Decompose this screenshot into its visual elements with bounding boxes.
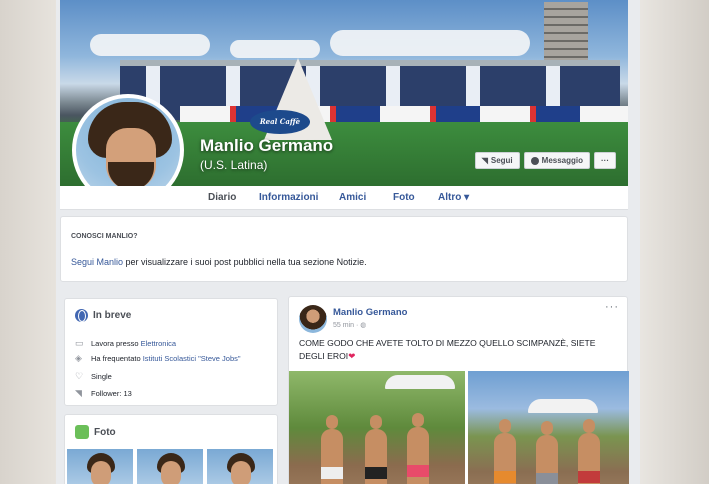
person bbox=[536, 421, 558, 484]
post-author[interactable]: Manlio Germano bbox=[333, 307, 407, 318]
person-head bbox=[541, 421, 553, 435]
intro-education: ◈ Ha frequentato Istituti Scolastici "St… bbox=[75, 353, 241, 364]
messenger-icon bbox=[530, 156, 539, 165]
follow-label: Segui bbox=[490, 156, 513, 165]
photo-thumbnail[interactable] bbox=[137, 449, 203, 484]
person-head bbox=[583, 419, 595, 433]
tab-foto[interactable]: Foto bbox=[393, 192, 415, 203]
photo-thumbnail[interactable] bbox=[67, 449, 133, 484]
study-prefix: Ha frequentato bbox=[91, 354, 143, 363]
message-button[interactable]: Messaggio bbox=[523, 152, 590, 169]
follow-button[interactable]: ◥ Segui bbox=[474, 152, 520, 169]
intro-card: In breve ▭ Lavora presso Elettronica ◈ H… bbox=[64, 298, 278, 406]
person bbox=[494, 419, 516, 484]
photos-card: Foto bbox=[64, 414, 278, 484]
intro-title: In breve bbox=[93, 310, 132, 321]
person-shorts bbox=[321, 467, 343, 479]
photo-icon bbox=[75, 425, 89, 439]
post-image[interactable] bbox=[289, 371, 465, 484]
intro-header: In breve bbox=[75, 309, 131, 322]
more-options-button[interactable]: ··· bbox=[594, 152, 616, 169]
photo-thumbnail[interactable] bbox=[207, 449, 273, 484]
person bbox=[578, 419, 600, 484]
profile-name[interactable]: Manlio Germano bbox=[200, 136, 333, 156]
profile-subtitle: (U.S. Latina) bbox=[200, 158, 268, 172]
post-options-button[interactable]: ··· bbox=[605, 301, 619, 313]
red-heart-icon: ❤ bbox=[348, 351, 356, 361]
globe-icon: ◍ bbox=[360, 322, 367, 329]
followers-count[interactable]: Follower: 13 bbox=[91, 389, 132, 398]
heart-outline-icon: ♡ bbox=[75, 371, 84, 381]
post-text: COME GODO CHE AVETE TOLTO DI MEZZO QUELL… bbox=[299, 337, 619, 363]
cloud bbox=[90, 34, 210, 56]
advertising-boards bbox=[180, 106, 628, 122]
tab-diario[interactable]: Diario bbox=[208, 192, 236, 203]
more-options-label: ··· bbox=[601, 156, 609, 165]
gazebo bbox=[385, 375, 455, 389]
rss-icon: ◥ bbox=[481, 156, 488, 165]
relationship-status: Single bbox=[91, 372, 112, 381]
person bbox=[365, 415, 387, 484]
post-image[interactable] bbox=[468, 371, 629, 484]
tab-altro[interactable]: Altro ▾ bbox=[438, 192, 469, 203]
know-text: Segui Manlio per visualizzare i suoi pos… bbox=[71, 257, 367, 267]
tab-informazioni[interactable]: Informazioni bbox=[259, 192, 318, 203]
gazebo bbox=[528, 399, 598, 413]
post-author-avatar[interactable] bbox=[299, 305, 327, 333]
know-description: per visualizzare i suoi post pubblici ne… bbox=[123, 257, 367, 267]
sponsor-logo: Real Caffè bbox=[250, 110, 310, 134]
intro-work: ▭ Lavora presso Elettronica bbox=[75, 338, 176, 349]
person bbox=[321, 415, 343, 484]
person-head bbox=[326, 415, 338, 429]
person-shorts bbox=[536, 473, 558, 484]
person-head bbox=[412, 413, 424, 427]
cloud bbox=[230, 40, 320, 58]
intro-followers: ◥ Follower: 13 bbox=[75, 388, 132, 399]
cloud bbox=[330, 30, 530, 56]
stadium-tower bbox=[544, 2, 588, 68]
photos-header: Foto bbox=[75, 425, 116, 439]
thumb-face bbox=[161, 461, 181, 484]
know-card: CONOSCI MANLIO? Segui Manlio per visuali… bbox=[60, 216, 628, 282]
person bbox=[407, 413, 429, 484]
tab-amici[interactable]: Amici bbox=[339, 192, 366, 203]
post-timestamp[interactable]: 55 min · ◍ bbox=[333, 321, 366, 329]
person-shorts bbox=[407, 465, 429, 477]
person-head bbox=[370, 415, 382, 429]
thumb-face bbox=[91, 461, 111, 484]
briefcase-icon: ▭ bbox=[75, 338, 84, 348]
school-link[interactable]: Istituti Scolastici "Steve Jobs" bbox=[143, 354, 241, 363]
person-head bbox=[499, 419, 511, 433]
profile-tabs: Diario Informazioni Amici Foto Altro ▾ bbox=[60, 186, 628, 210]
globe-icon bbox=[75, 309, 88, 322]
cover-actions: ◥ Segui Messaggio ··· bbox=[474, 152, 616, 169]
thumb-face bbox=[231, 461, 251, 484]
person-shorts bbox=[365, 467, 387, 479]
post-message: COME GODO CHE AVETE TOLTO DI MEZZO QUELL… bbox=[299, 338, 596, 361]
work-prefix: Lavora presso bbox=[91, 339, 141, 348]
post-time-text: 55 min · bbox=[333, 322, 361, 329]
work-link[interactable]: Elettronica bbox=[141, 339, 176, 348]
facebook-profile-page: Real Caffè Manlio Germano (U.S. Latina) … bbox=[56, 0, 640, 484]
intro-relationship: ♡ Single bbox=[75, 371, 112, 382]
rss-icon: ◥ bbox=[75, 388, 82, 398]
person-shorts bbox=[578, 471, 600, 483]
graduation-cap-icon: ◈ bbox=[75, 353, 82, 363]
person-shorts bbox=[494, 471, 516, 483]
message-label: Messaggio bbox=[541, 156, 583, 165]
photos-title[interactable]: Foto bbox=[94, 427, 116, 438]
post-card: Manlio Germano 55 min · ◍ ··· COME GODO … bbox=[288, 296, 629, 484]
follow-link[interactable]: Segui Manlio bbox=[71, 257, 123, 267]
know-title: CONOSCI MANLIO? bbox=[71, 233, 138, 240]
